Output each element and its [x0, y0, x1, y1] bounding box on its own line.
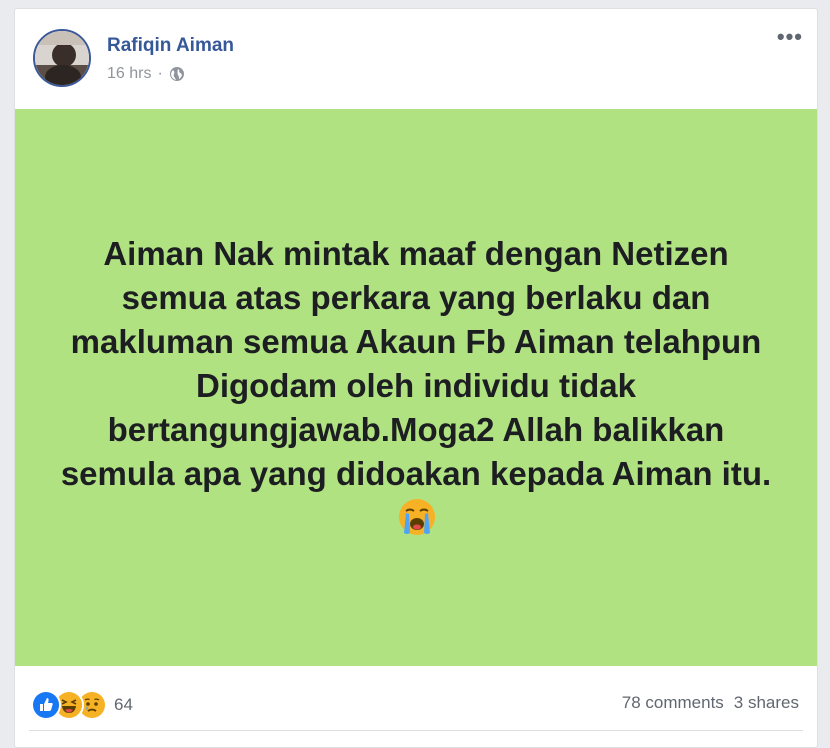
post-meta: 16 hrs · [107, 65, 185, 83]
shares-count-link[interactable]: 3 shares [734, 693, 799, 713]
reaction-count: 64 [114, 695, 133, 714]
reactions-summary[interactable]: 64 [31, 690, 133, 720]
footer-divider [29, 730, 803, 731]
post-header: Rafiqin Aiman 16 hrs · ••• [15, 9, 817, 109]
avatar[interactable] [33, 29, 91, 87]
avatar-image [35, 31, 89, 85]
engagement-stats: 78 comments 3 shares [622, 693, 799, 713]
comments-count-link[interactable]: 78 comments [622, 693, 724, 713]
post-footer: 64 78 comments 3 shares [15, 666, 817, 731]
post-background: Aiman Nak mintak maaf dengan Netizen sem… [15, 109, 817, 666]
post-text: Aiman Nak mintak maaf dengan Netizen sem… [56, 232, 776, 540]
post-timestamp[interactable]: 16 hrs [107, 65, 151, 83]
meta-separator: · [157, 65, 163, 82]
globe-icon[interactable] [169, 66, 185, 82]
author-name[interactable]: Rafiqin Aiman [107, 35, 234, 57]
post-text-body: Aiman Nak mintak maaf dengan Netizen sem… [60, 234, 772, 492]
loudly-crying-face-icon [397, 497, 437, 537]
post-card: Rafiqin Aiman 16 hrs · ••• Aiman Nak min… [14, 8, 818, 748]
more-options-button[interactable]: ••• [777, 26, 803, 48]
like-icon [31, 690, 61, 720]
